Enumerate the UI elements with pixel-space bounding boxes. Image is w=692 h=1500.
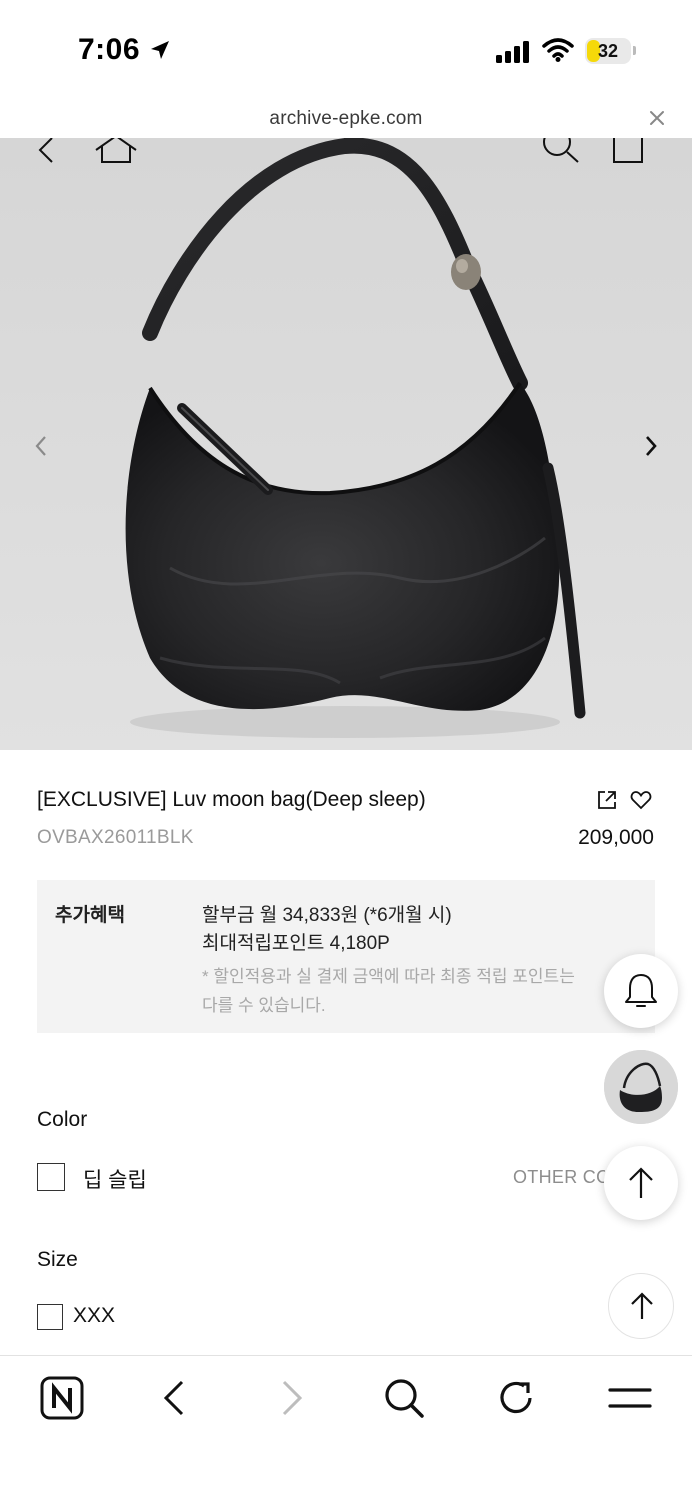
scroll-top-button[interactable] [608, 1273, 674, 1339]
naver-logo-icon[interactable] [38, 1374, 86, 1422]
size-checkbox[interactable] [37, 1304, 63, 1330]
product-price: 209,000 [578, 826, 654, 849]
back-arrow-icon[interactable] [152, 1374, 200, 1422]
browser-toolbar [0, 1355, 692, 1500]
product-image [125, 138, 586, 738]
product-code: OVBAX26011BLK [37, 827, 194, 848]
color-title: Color [37, 1108, 88, 1131]
arrow-up-icon [631, 1292, 653, 1319]
installment-text: 할부금 월 34,833원 (*6개월 시) [202, 905, 452, 926]
benefit-box: 추가혜택 할부금 월 34,833원 (*6개월 시) 최대적립포인트 4,18… [37, 880, 655, 1033]
status-time: 7:06 [78, 33, 141, 66]
notify-button[interactable] [604, 954, 678, 1028]
points-note: * 할인적용과 실 결제 금액에 따라 최종 적립 포인트는 다를 수 있습니다… [202, 967, 575, 1015]
forward-arrow-icon[interactable] [266, 1374, 314, 1422]
shopping-bag-icon[interactable] [610, 138, 646, 164]
close-icon[interactable] [647, 108, 667, 128]
battery-nub [633, 46, 636, 55]
color-option-label[interactable]: 딥 슬립 [83, 1164, 147, 1194]
product-image-gallery[interactable] [0, 138, 692, 750]
color-checkbox[interactable] [37, 1163, 65, 1191]
benefit-label: 추가혜택 [55, 905, 125, 926]
refresh-icon[interactable] [492, 1374, 540, 1422]
arrow-up-icon [629, 1167, 653, 1198]
search-icon[interactable] [540, 138, 580, 164]
battery-icon: 32 [585, 38, 631, 64]
scroll-top-fab[interactable] [604, 1146, 678, 1220]
product-thumbnail[interactable] [604, 1050, 678, 1124]
share-icon[interactable] [596, 789, 618, 811]
search-icon[interactable] [380, 1374, 428, 1422]
points-text: 최대적립포인트 4,180P [202, 933, 390, 954]
back-chevron-icon[interactable] [34, 138, 58, 164]
status-bar: 7:06 32 [0, 0, 692, 100]
wifi-icon [542, 38, 574, 62]
product-name: [EXCLUSIVE] Luv moon bag(Deep sleep) [37, 788, 426, 811]
size-option-label[interactable]: XXX [73, 1304, 115, 1328]
size-title: Size [37, 1248, 78, 1271]
chevron-right-icon[interactable] [642, 434, 660, 458]
chevron-left-icon[interactable] [32, 434, 50, 458]
battery-level: 32 [597, 41, 619, 61]
home-icon[interactable] [94, 138, 138, 164]
url-text[interactable]: archive-epke.com [0, 108, 692, 130]
heart-icon[interactable] [630, 789, 652, 811]
url-bar[interactable]: archive-epke.com [0, 100, 692, 138]
location-arrow-icon [151, 41, 169, 59]
other-colors-link[interactable]: OTHER COLORS [513, 1167, 605, 1188]
menu-icon[interactable] [606, 1374, 654, 1422]
cellular-signal-icon [496, 41, 529, 63]
bell-icon [625, 974, 657, 1007]
bag-thumbnail-image [604, 1050, 678, 1124]
